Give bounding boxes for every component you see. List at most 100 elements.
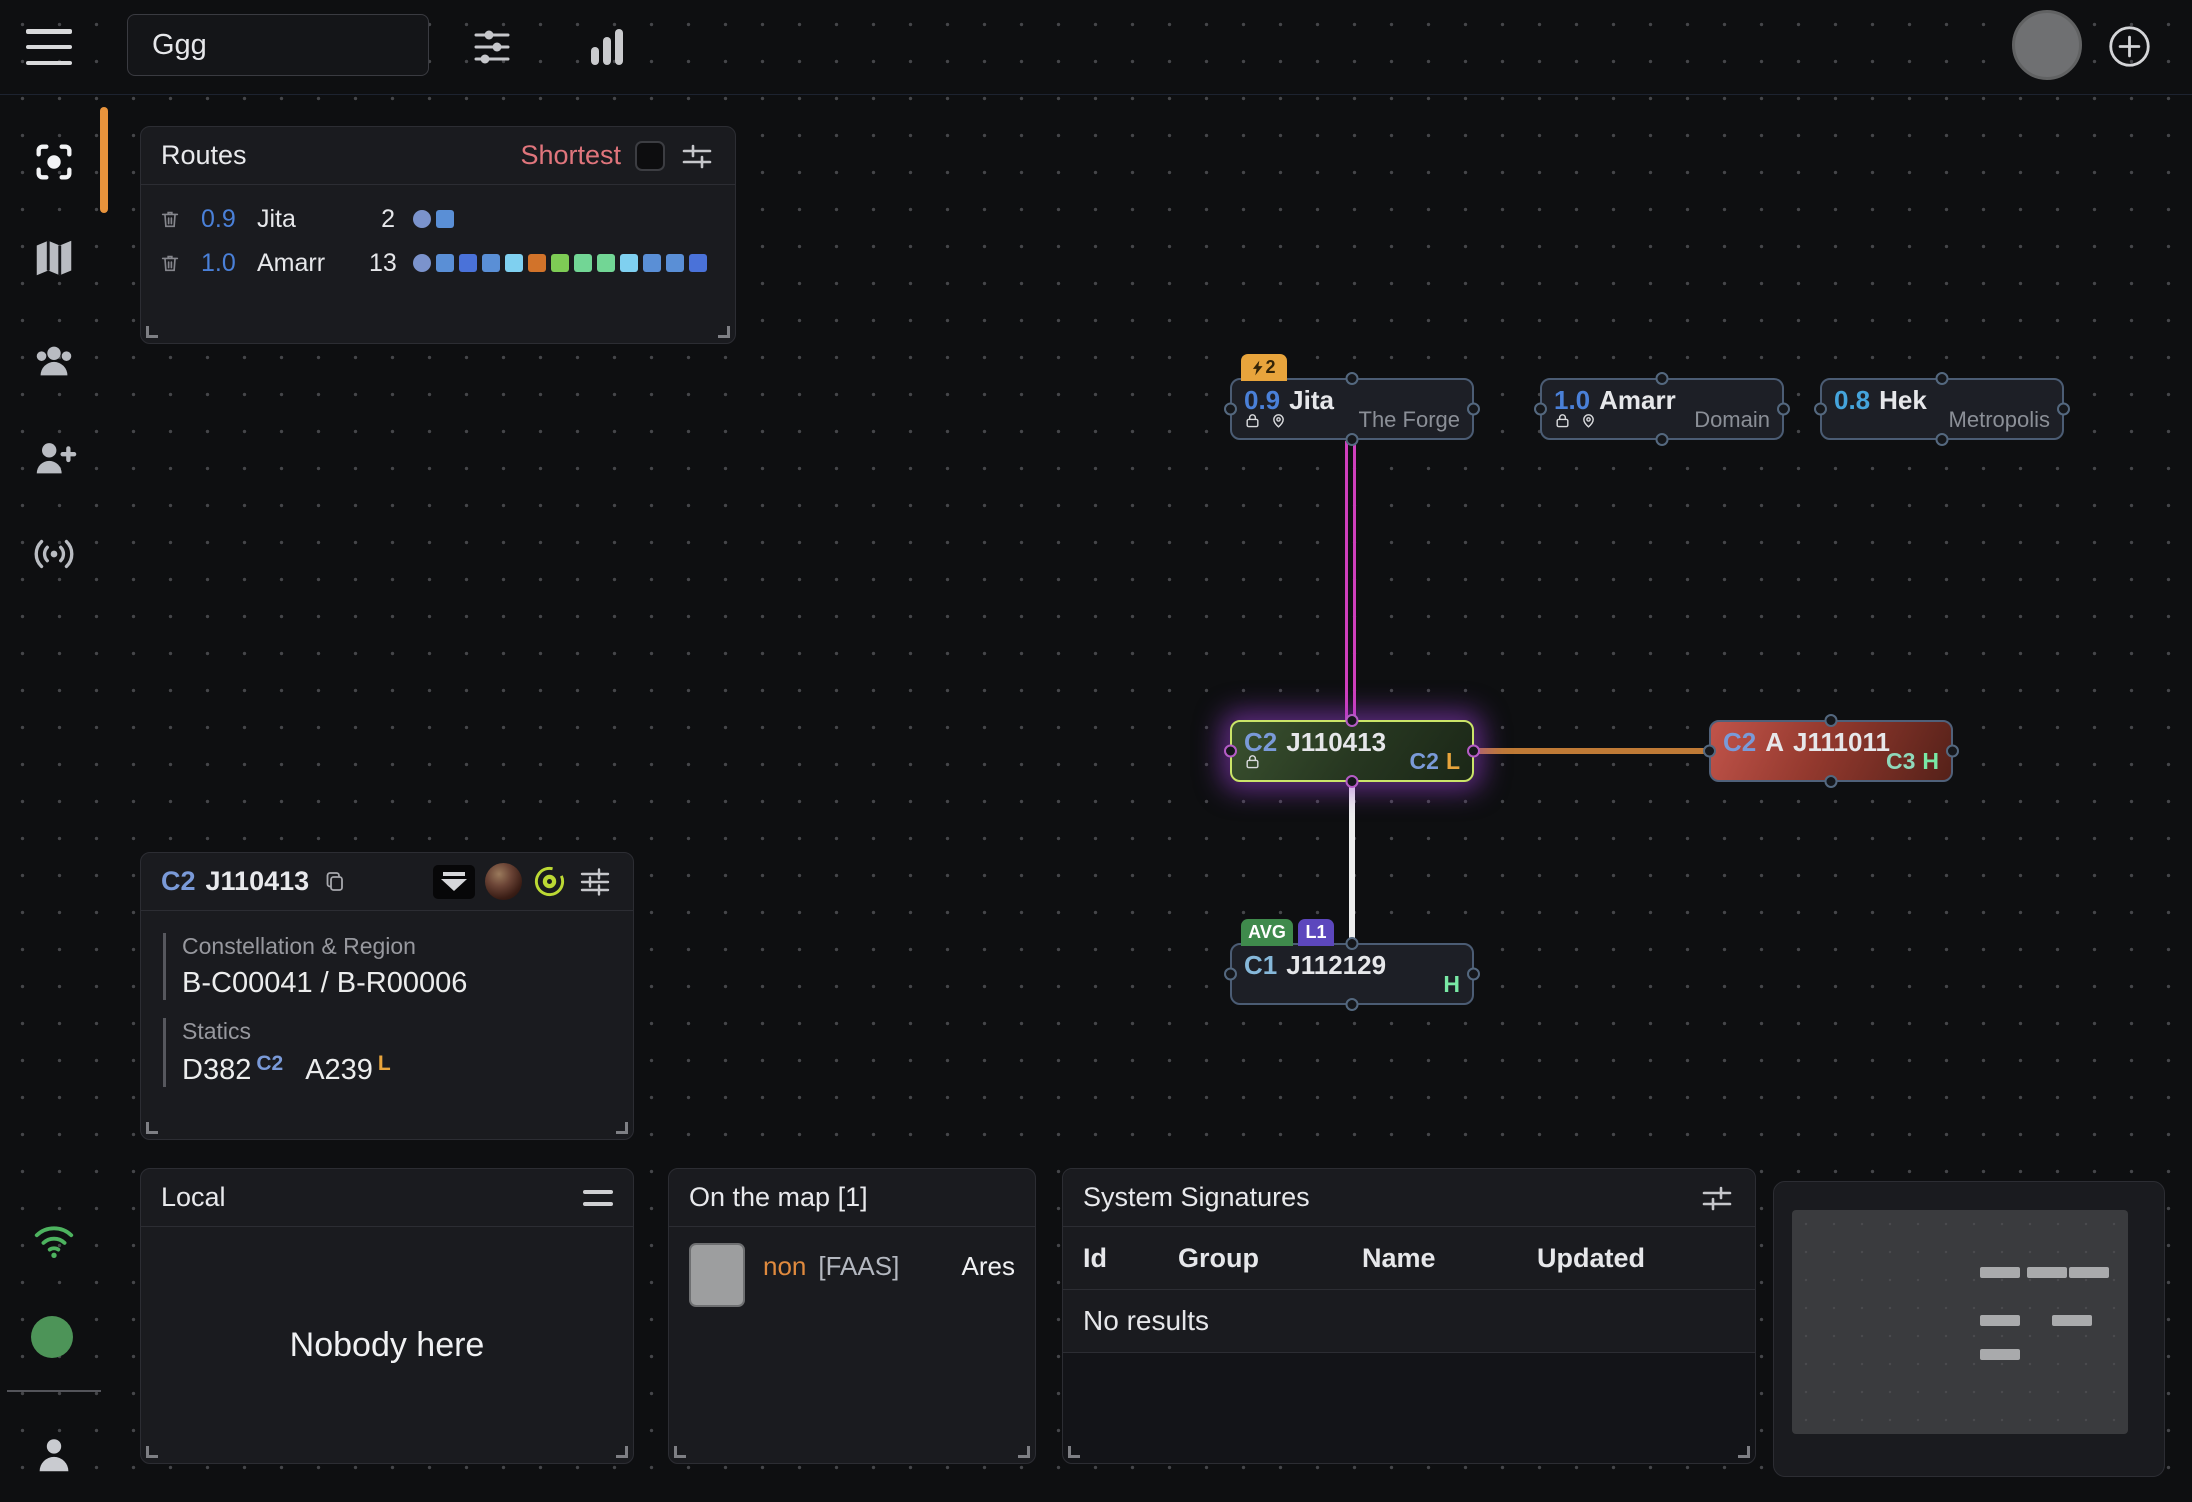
connection-handle[interactable] [2057,403,2070,416]
local-panel: Local Nobody here [140,1168,634,1464]
shortest-checkbox[interactable] [635,141,665,171]
route-jump-segment [597,254,615,272]
route-jump-count: 13 [369,249,413,278]
signatures-title: System Signatures [1083,1182,1310,1213]
connection-handle[interactable] [1814,403,1827,416]
wormhole-mapper-app: { "topbar": { "map_name": "Ggg" }, "side… [0,0,2192,1502]
column-header-id[interactable]: Id [1083,1243,1178,1274]
pilot-ship-type: Ares [962,1251,1015,1282]
shortest-label: Shortest [520,140,621,171]
panel-resize-handle[interactable] [146,1122,158,1134]
copy-icon[interactable] [323,870,347,894]
connection-handle[interactable] [1534,403,1547,416]
connection-handle[interactable] [1346,433,1359,446]
map-node-j112129[interactable]: AVG L1 C1 J112129 H [1230,943,1474,1005]
effect-target-icon[interactable] [532,864,567,899]
panel-resize-handle[interactable] [718,326,730,338]
route-row[interactable]: 1.0 Amarr 13 [141,241,735,285]
map-node-jita[interactable]: 2 0.9 Jita The Forge [1230,378,1474,440]
effect-label: H [1922,748,1939,775]
pilot-corp-ticker: [FAAS] [818,1251,899,1282]
panel-resize-handle[interactable] [1738,1446,1750,1458]
column-header-updated[interactable]: Updated [1537,1243,1755,1274]
connection-handle[interactable] [1224,403,1237,416]
on-the-map-title: On the map [1] [689,1182,868,1213]
static-target-class: L [378,1052,391,1075]
pilot-portrait [689,1243,745,1307]
connection-jita-j110413[interactable] [1345,441,1356,721]
route-jump-segment [551,254,569,272]
map-node-hek[interactable]: 0.8 Hek Metropolis [1820,378,2064,440]
connection-handle[interactable] [1936,372,1949,385]
connection-handle[interactable] [1346,372,1359,385]
minimap-panel [1773,1181,2165,1477]
connection-handle[interactable] [1224,745,1237,758]
connection-handle[interactable] [1703,745,1716,758]
connection-handle[interactable] [1936,433,1949,446]
routes-panel: Routes Shortest 0.9 Jita 2 [140,126,736,344]
effect-label: L [1446,748,1460,775]
connection-handle[interactable] [1656,433,1669,446]
signatures-settings-icon[interactable] [1699,1180,1735,1216]
connection-handle[interactable] [1346,998,1359,1011]
connection-handle[interactable] [1777,403,1790,416]
map-node-j110413-selected[interactable]: C2 J110413 C2 L [1230,720,1474,782]
connection-j110413-j111011[interactable] [1473,748,1710,754]
signatures-body [1063,1353,1755,1463]
connection-handle[interactable] [1467,745,1480,758]
connection-handle[interactable] [1946,745,1959,758]
planet-thumbnail[interactable] [485,863,522,900]
connection-handle[interactable] [1467,968,1480,981]
constellation-label: Constellation & Region [182,933,611,960]
minimap-node-bar [1980,1315,2020,1326]
panel-resize-handle[interactable] [1068,1446,1080,1458]
minimap-node-bar [1980,1267,2020,1278]
column-header-name[interactable]: Name [1362,1243,1537,1274]
system-settings-icon[interactable] [577,864,613,900]
connection-handle[interactable] [1346,775,1359,788]
route-jump-segment [689,254,707,272]
pilot-row[interactable]: non [FAAS] Ares [669,1227,1035,1323]
connection-handle[interactable] [1346,714,1359,727]
avg-badge: AVG [1241,919,1293,946]
routes-list: 0.9 Jita 2 1.0 Amarr 13 [141,185,735,285]
signatures-header-row: Id Group Name Updated [1063,1227,1755,1290]
routes-settings-icon[interactable] [679,138,715,174]
connection-handle[interactable] [1825,714,1838,727]
lock-icon [1244,412,1261,429]
minimap-node-bar [2027,1267,2067,1278]
connection-handle[interactable] [1346,937,1359,950]
system-name: J110413 [206,866,310,897]
delete-route-icon[interactable] [159,208,201,230]
panel-resize-handle[interactable] [616,1446,628,1458]
connection-handle[interactable] [1224,968,1237,981]
minimap-canvas[interactable] [1792,1210,2128,1434]
local-menu-icon[interactable] [583,1190,613,1206]
route-segments [413,254,735,272]
panel-resize-handle[interactable] [146,326,158,338]
map-node-amarr[interactable]: 1.0 Amarr Domain [1540,378,1784,440]
delete-route-icon[interactable] [159,252,201,274]
column-header-group[interactable]: Group [1178,1243,1362,1274]
route-row[interactable]: 0.9 Jita 2 [141,197,735,241]
static-class: C3 [1886,748,1915,775]
l1-badge: L1 [1298,919,1334,946]
system-signatures-panel: System Signatures Id Group Name Updated … [1062,1168,1756,1464]
region-label: The Forge [1359,407,1461,433]
route-jump-count: 2 [369,205,413,234]
connection-handle[interactable] [1825,775,1838,788]
panel-resize-handle[interactable] [1018,1446,1030,1458]
route-jump-segment [666,254,684,272]
panel-resize-handle[interactable] [616,1122,628,1134]
on-the-map-panel: On the map [1] non [FAAS] Ares [668,1168,1036,1464]
connection-j110413-j112129[interactable] [1349,781,1355,944]
connection-handle[interactable] [1656,372,1669,385]
route-security: 0.9 [201,205,257,234]
panel-resize-handle[interactable] [146,1446,158,1458]
sovereignty-icon[interactable] [433,865,475,899]
map-node-j111011[interactable]: C2 A J111011 C3 H [1709,720,1953,782]
route-security: 1.0 [201,249,257,278]
connection-handle[interactable] [1467,403,1480,416]
panel-resize-handle[interactable] [674,1446,686,1458]
route-jump-segment [620,254,638,272]
